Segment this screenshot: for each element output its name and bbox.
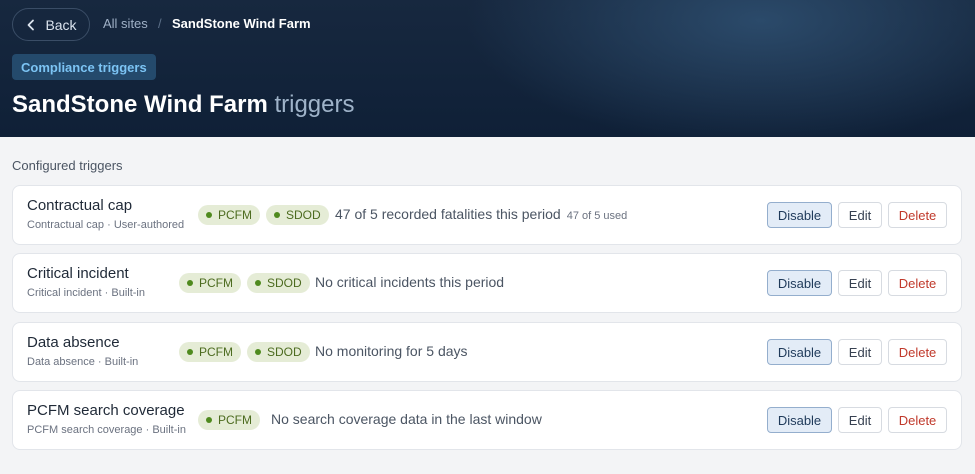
disable-button[interactable]: Disable	[767, 407, 832, 433]
usage-counter: 47 of 5 used	[566, 210, 628, 222]
trigger-name: Data absence	[27, 334, 120, 351]
page-title-main: SandStone Wind Farm	[12, 91, 268, 118]
site-badge: SDOD	[266, 205, 329, 225]
trigger-subtitle: PCFM search coverage · Built-in	[27, 424, 186, 436]
status-dot-icon	[274, 212, 280, 218]
site-badge: SDOD	[247, 342, 310, 362]
breadcrumb-separator: /	[158, 16, 162, 31]
disable-button[interactable]: Disable	[767, 270, 832, 296]
badge-group: PCFM SDOD	[179, 273, 310, 293]
status-dot-icon	[255, 349, 261, 355]
trigger-name: Critical incident	[27, 265, 129, 282]
trigger-card: Data absence Data absence · Built-in PCF…	[12, 322, 962, 382]
trigger-status-text: 47 of 5 recorded fatalities this period	[335, 206, 561, 222]
chevron-left-icon	[28, 19, 35, 30]
trigger-card: PCFM search coverage PCFM search coverag…	[12, 390, 962, 450]
trigger-subtitle: Critical incident · Built-in	[27, 287, 145, 299]
edit-button[interactable]: Edit	[838, 339, 882, 365]
status-dot-icon	[255, 280, 261, 286]
edit-button[interactable]: Edit	[838, 407, 882, 433]
breadcrumb-current: SandStone Wind Farm	[172, 16, 311, 31]
status-dot-icon	[187, 349, 193, 355]
edit-button[interactable]: Edit	[838, 202, 882, 228]
page-title-suffix: triggers	[274, 91, 355, 118]
badge-label: PCFM	[199, 276, 233, 290]
trigger-status: 47 of 5 recorded fatalities this period 4…	[335, 206, 627, 222]
site-badge: PCFM	[198, 410, 260, 430]
page-title: SandStone Wind Farm triggers	[12, 90, 355, 120]
status-dot-icon	[206, 417, 212, 423]
badge-group: PCFM SDOD	[198, 205, 329, 225]
delete-button[interactable]: Delete	[888, 339, 947, 365]
delete-button[interactable]: Delete	[888, 270, 947, 296]
badge-label: SDOD	[267, 345, 302, 359]
site-badge: PCFM	[179, 342, 241, 362]
badge-label: PCFM	[218, 413, 252, 427]
page-header: Back All sites / SandStone Wind Farm Com…	[0, 0, 975, 137]
edit-button[interactable]: Edit	[838, 270, 882, 296]
trigger-subtitle: Contractual cap · User-authored	[27, 219, 185, 231]
site-badge: PCFM	[198, 205, 260, 225]
trigger-name: Contractual cap	[27, 197, 133, 214]
badge-group: PCFM SDOD	[179, 342, 310, 362]
disable-button[interactable]: Disable	[767, 202, 832, 228]
delete-button[interactable]: Delete	[888, 407, 947, 433]
badge-label: PCFM	[199, 345, 233, 359]
badge-group: PCFM	[198, 410, 260, 430]
badge-label: SDOD	[267, 276, 302, 290]
trigger-status: No monitoring for 5 days	[315, 343, 468, 359]
trigger-card: Critical incident Critical incident · Bu…	[12, 253, 962, 313]
trigger-status: No search coverage data in the last wind…	[271, 411, 542, 427]
badge-label: PCFM	[218, 208, 252, 222]
trigger-card: Contractual cap Contractual cap · User-a…	[12, 185, 962, 245]
trigger-status-text: No critical incidents this period	[315, 274, 505, 290]
section-tag: Compliance triggers	[12, 54, 156, 80]
back-button[interactable]: Back	[12, 8, 90, 41]
trigger-status-text: No monitoring for 5 days	[315, 343, 468, 359]
section-label: Configured triggers	[12, 158, 123, 173]
disable-button[interactable]: Disable	[767, 339, 832, 365]
trigger-status-text: No search coverage data in the last wind…	[271, 411, 542, 427]
site-badge: SDOD	[247, 273, 310, 293]
site-badge: PCFM	[179, 273, 241, 293]
status-dot-icon	[187, 280, 193, 286]
breadcrumb-all-sites[interactable]: All sites	[103, 16, 148, 32]
back-label: Back	[45, 16, 77, 33]
trigger-subtitle: Data absence · Built-in	[27, 356, 139, 368]
status-dot-icon	[206, 212, 212, 218]
trigger-name: PCFM search coverage	[27, 402, 185, 419]
delete-button[interactable]: Delete	[888, 202, 947, 228]
badge-label: SDOD	[286, 208, 321, 222]
trigger-status: No critical incidents this period	[315, 274, 504, 290]
